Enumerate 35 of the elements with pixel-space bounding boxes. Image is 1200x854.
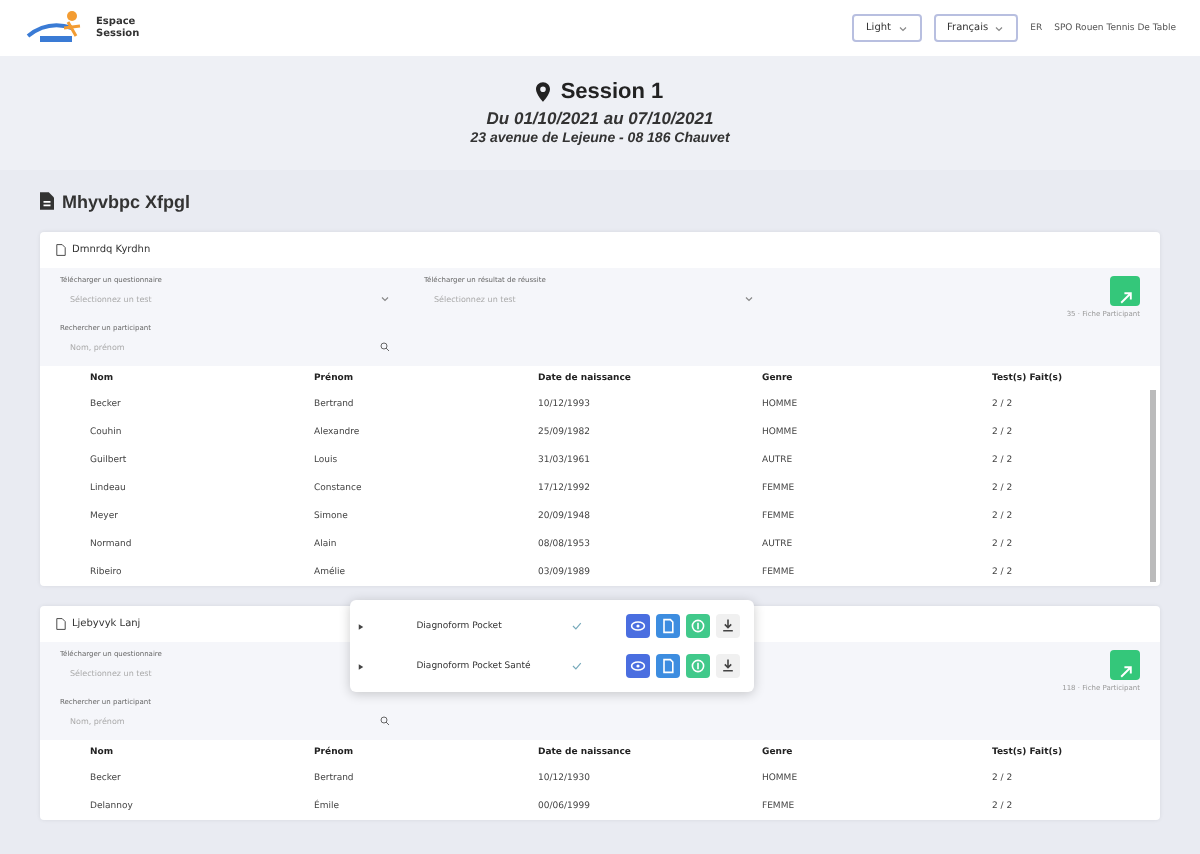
section-title: Mhyvbpc Xfpgl [62,191,191,211]
arrow-icon [1117,664,1133,680]
chevron-down-icon [380,296,390,302]
export-button[interactable] [1110,276,1140,306]
download-button[interactable] [716,614,740,638]
eye-icon [630,618,646,634]
info-icon [690,618,706,634]
logo-icon [24,8,84,48]
session-title: Session 1 [560,80,664,104]
search-icon [380,342,390,352]
document-icon [660,658,676,674]
session-dates: Du 01/10/2021 au 07/10/2021 [486,108,714,128]
search-icon [380,716,390,726]
download-button[interactable] [716,654,740,678]
caret-icon[interactable] [358,663,364,669]
view-button[interactable] [626,654,650,678]
eye-icon [630,658,646,674]
file-icon [56,618,66,630]
document-button[interactable] [656,654,680,678]
location-pin-icon [536,82,551,102]
download-icon [720,618,736,634]
chevron-down-icon [994,25,1005,31]
file-icon [56,244,66,256]
info-icon [690,658,706,674]
document-button[interactable] [656,614,680,638]
caret-icon[interactable] [358,623,364,629]
document-icon [40,192,54,210]
download-icon [720,658,736,674]
export-button[interactable] [1110,650,1140,680]
view-button[interactable] [626,614,650,638]
chevron-down-icon [744,296,754,302]
scrollbar[interactable] [1150,390,1156,582]
chevron-down-icon [897,25,907,31]
document-icon [660,618,676,634]
arrow-icon [1117,290,1133,306]
